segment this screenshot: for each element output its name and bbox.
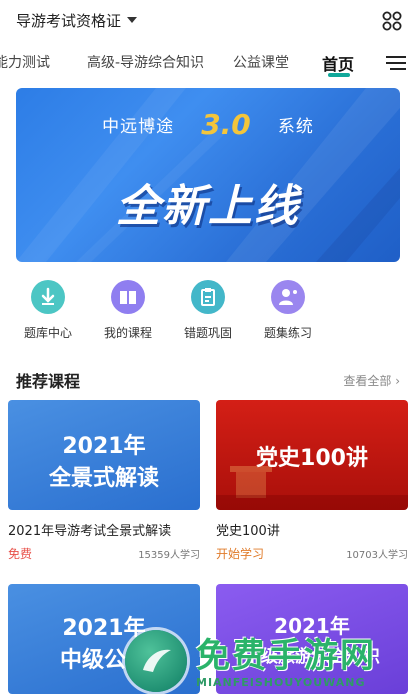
section-title: 推荐课程 [16, 372, 81, 391]
thumbnail-text: 党史100讲 [256, 446, 368, 471]
banner-brand: 中远博途 [102, 117, 175, 137]
tab-ability-test[interactable]: 能力测试 [0, 52, 50, 72]
thumbnail-text: 2021年 [62, 434, 146, 459]
quick-link-label: 题库中心 [23, 326, 72, 340]
view-all-link[interactable]: 查看全部 › [343, 372, 400, 389]
user-practice-icon [271, 280, 305, 314]
top-bar: 导游考试资格证 [0, 0, 420, 42]
banner-tagline: 中远博途 3.0 系统 [16, 108, 400, 141]
course-meta: 开始学习 10703人学习 [216, 545, 408, 561]
quick-link-label: 错题巩固 [183, 326, 232, 340]
download-icon [31, 280, 65, 314]
quick-link-question-bank[interactable]: 题库中心 [8, 280, 88, 341]
caret-down-icon[interactable] [127, 17, 137, 23]
banner-headline: 全新上线 [116, 181, 300, 232]
grid-apps-icon[interactable] [382, 11, 402, 31]
course-card[interactable]: 2021年 全景式解读 2021年导游考试全景式解读 免费 15359人学习 [8, 400, 200, 561]
course-meta: 免费 15359人学习 [8, 545, 200, 561]
watermark-subtext: MIANFEISHOUYOUWANG [196, 676, 366, 689]
course-tag: 开始学习 [216, 547, 265, 561]
thumbnail-text: 全景式解读 [48, 466, 159, 491]
course-thumbnail: 2021年 全景式解读 [8, 400, 200, 510]
course-title: 2021年导游考试全景式解读 [8, 524, 172, 539]
menu-lines-icon[interactable] [386, 55, 406, 71]
banner-system: 系统 [277, 117, 314, 137]
book-icon [111, 280, 145, 314]
learner-count: 10703人学习 [346, 550, 408, 561]
watermark-text: 免费手游网 [196, 636, 376, 676]
course-tag: 免费 [8, 547, 33, 561]
course-card[interactable]: 党史100讲 党史100讲 开始学习 10703人学习 [216, 400, 408, 561]
watermark-logo [125, 630, 187, 692]
learner-count: 15359人学习 [138, 550, 200, 561]
course-thumbnail: 党史100讲 [216, 400, 408, 510]
quick-link-my-courses[interactable]: 我的课程 [88, 280, 168, 341]
certificate-selector[interactable]: 导游考试资格证 [16, 10, 121, 31]
clipboard-icon [191, 280, 225, 314]
category-tabs: 能力测试 高级-导游综合知识 公益课堂 首页 [0, 42, 420, 82]
banner-version: 3.0 [201, 108, 251, 141]
course-title: 党史100讲 [216, 524, 280, 539]
promo-banner[interactable]: 中远博途 3.0 系统 全新上线 [16, 88, 400, 262]
tab-home[interactable]: 首页 [322, 51, 354, 75]
quick-link-label: 题集练习 [263, 326, 312, 340]
tab-advanced-guide-knowledge[interactable]: 高级-导游综合知识 [87, 52, 204, 72]
quick-links: 题库中心 我的课程 错题巩固 题集练习 [0, 280, 420, 350]
quick-link-label: 我的课程 [103, 326, 152, 340]
quick-link-wrong-questions[interactable]: 错题巩固 [168, 280, 248, 341]
quick-link-question-practice[interactable]: 题集练习 [248, 280, 328, 341]
tab-public-class[interactable]: 公益课堂 [233, 52, 289, 72]
active-tab-indicator [328, 73, 350, 77]
